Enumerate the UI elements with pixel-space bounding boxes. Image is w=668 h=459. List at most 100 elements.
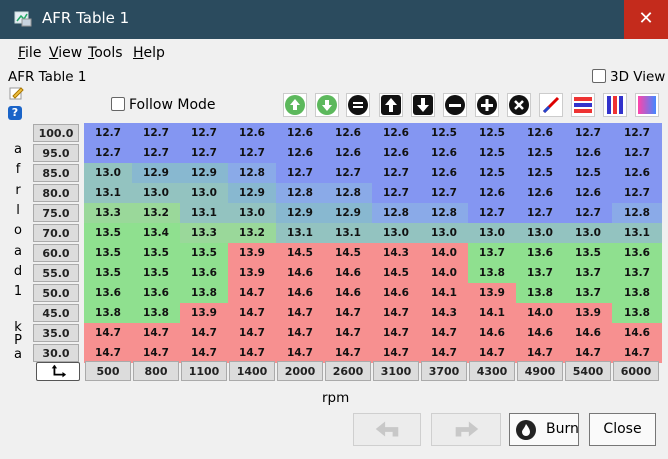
checkbox-box[interactable] [111, 97, 125, 111]
table-cell[interactable]: 13.8 [84, 303, 132, 323]
table-cell[interactable]: 12.7 [612, 183, 662, 203]
table-cell[interactable]: 12.6 [516, 123, 564, 143]
table-cell[interactable]: 14.7 [84, 323, 132, 343]
row-header[interactable]: 50.0 [33, 284, 79, 302]
table-cell[interactable]: 14.6 [564, 323, 612, 343]
row-header[interactable]: 55.0 [33, 264, 79, 282]
table-cell[interactable]: 13.8 [180, 283, 228, 303]
table-cell[interactable]: 14.7 [324, 343, 372, 363]
row-header[interactable]: 30.0 [33, 344, 79, 362]
table-cell[interactable]: 14.7 [564, 343, 612, 363]
table-cell[interactable]: 13.0 [468, 223, 516, 243]
menu-help[interactable]: Help [133, 45, 165, 61]
table-cell[interactable]: 13.5 [132, 243, 180, 263]
table-cell[interactable]: 12.7 [84, 143, 132, 163]
table-cell[interactable]: 14.7 [372, 303, 420, 323]
table-cell[interactable]: 12.8 [372, 203, 420, 223]
menu-view[interactable]: View [49, 45, 82, 61]
table-cell[interactable]: 14.0 [420, 263, 468, 283]
table-cell[interactable]: 12.7 [516, 203, 564, 223]
table-cell[interactable]: 12.6 [372, 143, 420, 163]
table-cell[interactable]: 12.5 [468, 123, 516, 143]
table-cell[interactable]: 14.3 [372, 243, 420, 263]
column-header[interactable]: 3700 [421, 361, 467, 381]
table-cell[interactable]: 13.2 [132, 203, 180, 223]
row-header[interactable]: 45.0 [33, 304, 79, 322]
table-cell[interactable]: 13.1 [276, 223, 324, 243]
table-cell[interactable]: 14.6 [276, 283, 324, 303]
table-cell[interactable]: 14.6 [372, 283, 420, 303]
table-cell[interactable]: 13.0 [228, 203, 276, 223]
table-cell[interactable]: 12.6 [372, 123, 420, 143]
table-cell[interactable]: 13.1 [84, 183, 132, 203]
smooth-button[interactable] [635, 93, 659, 117]
column-header[interactable]: 2000 [277, 361, 323, 381]
table-cell[interactable]: 12.7 [228, 143, 276, 163]
table-cell[interactable]: 14.6 [276, 263, 324, 283]
table-cell[interactable]: 14.7 [132, 343, 180, 363]
table-cell[interactable]: 13.0 [516, 223, 564, 243]
table-cell[interactable]: 12.7 [180, 143, 228, 163]
table-cell[interactable]: 12.6 [276, 143, 324, 163]
table-cell[interactable]: 13.0 [564, 223, 612, 243]
table-cell[interactable]: 12.8 [420, 203, 468, 223]
table-cell[interactable]: 12.6 [420, 143, 468, 163]
table-cell[interactable]: 12.7 [132, 123, 180, 143]
table-cell[interactable]: 12.5 [420, 123, 468, 143]
window-close-button[interactable]: ✕ [624, 0, 668, 39]
table-cell[interactable]: 14.1 [420, 283, 468, 303]
row-header[interactable]: 60.0 [33, 244, 79, 262]
table-cell[interactable]: 13.5 [180, 243, 228, 263]
table-cell[interactable]: 13.6 [612, 243, 662, 263]
table-cell[interactable]: 14.1 [468, 303, 516, 323]
column-header[interactable]: 3100 [373, 361, 419, 381]
table-cell[interactable]: 12.8 [276, 183, 324, 203]
column-header[interactable]: 5400 [565, 361, 611, 381]
column-header[interactable]: 4300 [469, 361, 515, 381]
table-cell[interactable]: 14.7 [180, 343, 228, 363]
table-cell[interactable]: 14.7 [84, 343, 132, 363]
table-cell[interactable]: 13.0 [180, 183, 228, 203]
table-cell[interactable]: 12.8 [324, 183, 372, 203]
menu-tools[interactable]: Tools [88, 45, 123, 61]
table-cell[interactable]: 13.5 [84, 263, 132, 283]
table-cell[interactable]: 12.7 [84, 123, 132, 143]
increment-up-button[interactable] [283, 93, 307, 117]
increment-down-button[interactable] [315, 93, 339, 117]
column-header[interactable]: 1400 [229, 361, 275, 381]
table-cell[interactable]: 13.9 [564, 303, 612, 323]
notes-icon[interactable] [9, 86, 25, 100]
table-cell[interactable]: 13.4 [132, 223, 180, 243]
table-cell[interactable]: 14.7 [420, 323, 468, 343]
table-cell[interactable]: 14.7 [420, 343, 468, 363]
table-cell[interactable]: 13.3 [84, 203, 132, 223]
table-cell[interactable]: 14.7 [132, 323, 180, 343]
table-cell[interactable]: 12.9 [324, 203, 372, 223]
table-cell[interactable]: 12.6 [420, 163, 468, 183]
raise-arrow-button[interactable] [379, 93, 403, 117]
table-cell[interactable]: 14.7 [228, 343, 276, 363]
table-cell[interactable]: 13.2 [228, 223, 276, 243]
table-cell[interactable]: 13.5 [564, 243, 612, 263]
table-cell[interactable]: 12.5 [516, 163, 564, 183]
table-cell[interactable]: 12.7 [612, 123, 662, 143]
table-cell[interactable]: 12.8 [228, 163, 276, 183]
row-header[interactable]: 70.0 [33, 224, 79, 242]
multiply-button[interactable] [507, 93, 531, 117]
table-cell[interactable]: 13.7 [516, 263, 564, 283]
plus-button[interactable] [475, 93, 499, 117]
table-cell[interactable]: 12.6 [516, 183, 564, 203]
table-cell[interactable]: 14.5 [372, 263, 420, 283]
table-cell[interactable]: 13.8 [132, 303, 180, 323]
table-cell[interactable]: 14.5 [276, 243, 324, 263]
table-cell[interactable]: 13.7 [612, 263, 662, 283]
column-header[interactable]: 2600 [325, 361, 371, 381]
table-cell[interactable]: 12.9 [228, 183, 276, 203]
table-cell[interactable]: 13.1 [612, 223, 662, 243]
table-cell[interactable]: 13.1 [180, 203, 228, 223]
table-cell[interactable]: 14.6 [324, 263, 372, 283]
column-header[interactable]: 6000 [613, 361, 659, 381]
row-header[interactable]: 95.0 [33, 144, 79, 162]
table-cell[interactable]: 12.7 [372, 183, 420, 203]
undo-button[interactable] [353, 413, 421, 446]
